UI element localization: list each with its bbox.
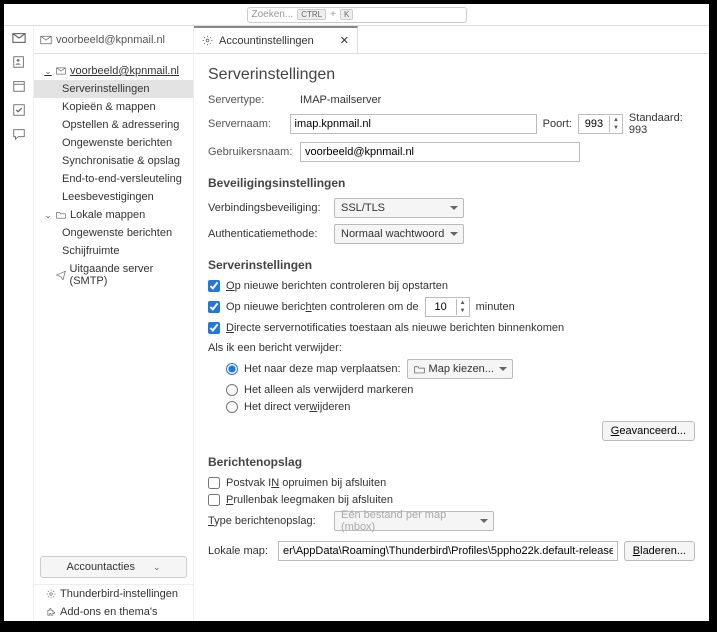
- label-servername: Servernaam:: [208, 118, 284, 130]
- chevron-down-icon: ⌄: [153, 562, 161, 573]
- storetype-select: Eén bestand per map (mbox): [334, 511, 494, 531]
- kbd-hint: CTRL: [297, 9, 326, 20]
- check-empty-trash[interactable]: [208, 494, 220, 506]
- mail-icon: [56, 66, 66, 76]
- folder-select[interactable]: Map kiezen...: [407, 359, 513, 379]
- addressbook-icon[interactable]: [12, 55, 26, 69]
- label-check-empty-trash: Prullenbak leegmaken bij afsluiten: [226, 494, 393, 506]
- top-toolbar: Zoeken... CTRL + K: [4, 4, 709, 26]
- label-connection-security: Verbindingsbeveiliging:: [208, 202, 328, 214]
- gear-icon: [202, 35, 213, 46]
- label-check-cleanup: Postvak IN opruimen bij afsluiten: [226, 477, 386, 489]
- label-radio-delete: Het direct verwijderen: [244, 401, 350, 413]
- label-delete-header: Als ik een bericht verwijder:: [208, 342, 695, 354]
- tree-smtp[interactable]: Uitgaande server (SMTP): [34, 260, 193, 290]
- tab-bar: Accountinstellingen ✕: [194, 26, 709, 54]
- tree-server-settings[interactable]: Serverinstellingen: [34, 80, 193, 98]
- auth-method-select[interactable]: Normaal wachtwoord: [334, 224, 464, 244]
- check-startup[interactable]: [208, 280, 220, 292]
- mail-icon: [40, 34, 52, 46]
- username-input[interactable]: [300, 142, 580, 162]
- label-localdir: Lokale map:: [208, 545, 272, 557]
- step-up-icon[interactable]: ▲: [457, 299, 469, 307]
- tree-disk[interactable]: Schijfruimte: [34, 242, 193, 260]
- chevron-down-icon: ⌄: [44, 210, 52, 221]
- label-radio-mark: Het alleen als verwijderd markeren: [244, 384, 413, 396]
- label-port: Poort:: [543, 118, 572, 130]
- port-stepper[interactable]: ▲▼: [578, 114, 623, 134]
- port-input[interactable]: [579, 115, 609, 133]
- settings-content: Serverinstellingen Servertype: IMAP-mail…: [194, 54, 709, 621]
- mail-icon[interactable]: [12, 31, 26, 45]
- tree-local-folders[interactable]: ⌄ Lokale mappen: [34, 206, 193, 224]
- tree-account[interactable]: ⌄ voorbeeld@kpnmail.nl: [34, 62, 193, 80]
- tree-e2e[interactable]: End-to-end-versleuteling: [34, 170, 193, 188]
- advanced-button[interactable]: Geavanceerd...: [602, 421, 695, 441]
- label-default-port: Standaard: 993: [629, 112, 695, 136]
- tree-local-junk[interactable]: Ongewenste berichten: [34, 224, 193, 242]
- addons-link[interactable]: Add-ons en thema's: [34, 603, 193, 621]
- step-down-icon[interactable]: ▼: [610, 124, 622, 132]
- servername-input[interactable]: [290, 114, 537, 134]
- tree-compose[interactable]: Opstellen & adressering: [34, 116, 193, 134]
- heading-security: Beveiligingsinstellingen: [208, 176, 695, 190]
- folder-icon: [56, 210, 66, 220]
- page-title: Serverinstellingen: [208, 66, 695, 84]
- chat-icon[interactable]: [12, 127, 26, 141]
- check-cleanup[interactable]: [208, 477, 220, 489]
- send-icon: [56, 270, 66, 280]
- label-auth-method: Authenticatiemethode:: [208, 228, 328, 240]
- chevron-down-icon: ⌄: [44, 66, 52, 77]
- puzzle-icon: [46, 607, 56, 617]
- label-check-notifications: Directe servernotificaties toestaan als …: [226, 322, 564, 334]
- folder-icon: [414, 364, 425, 375]
- heading-storage: Berichtenopslag: [208, 455, 695, 469]
- settings-tree: ⌄ voorbeeld@kpnmail.nl Serverinstellinge…: [34, 54, 193, 550]
- label-check-interval-pre: Op nieuwe berichten controleren om de: [226, 301, 419, 313]
- radio-mark[interactable]: [226, 384, 238, 396]
- step-down-icon[interactable]: ▼: [457, 307, 469, 315]
- step-up-icon[interactable]: ▲: [610, 116, 622, 124]
- value-servertype: IMAP-mailserver: [300, 94, 381, 106]
- label-check-interval-post: minuten: [476, 301, 515, 313]
- gear-icon: [46, 589, 56, 599]
- tree-junk[interactable]: Ongewenste berichten: [34, 134, 193, 152]
- label-username: Gebruikersnaam:: [208, 146, 294, 158]
- label-storetype: Type berichtenopslag:: [208, 515, 328, 527]
- tree-sync[interactable]: Synchronisatie & opslag: [34, 152, 193, 170]
- check-notifications[interactable]: [208, 322, 220, 334]
- kbd-hint: K: [340, 9, 353, 20]
- calendar-icon[interactable]: [12, 79, 26, 93]
- localdir-input[interactable]: [278, 541, 618, 561]
- activity-bar: [4, 26, 34, 621]
- tree-copies[interactable]: Kopieën & mappen: [34, 98, 193, 116]
- label-check-startup: OOp nieuwe berichten controleren bij ops…: [226, 280, 448, 292]
- check-interval[interactable]: [208, 301, 220, 313]
- label-servertype: Servertype:: [208, 94, 294, 106]
- account-tab[interactable]: voorbeeld@kpnmail.nl: [34, 26, 193, 54]
- interval-input[interactable]: [426, 298, 456, 316]
- heading-server: Serverinstellingen: [208, 258, 695, 272]
- tab-account-settings[interactable]: Accountinstellingen ✕: [194, 26, 358, 53]
- radio-delete[interactable]: [226, 401, 238, 413]
- close-icon[interactable]: ✕: [340, 34, 349, 47]
- tasks-icon[interactable]: [12, 103, 26, 117]
- connection-security-select[interactable]: SSL/TLS: [334, 198, 464, 218]
- thunderbird-settings-link[interactable]: Thunderbird-instellingen: [34, 585, 193, 603]
- label-radio-move: Het naar deze map verplaatsen:: [244, 363, 401, 375]
- interval-stepper[interactable]: ▲▼: [425, 297, 470, 317]
- account-actions-button[interactable]: Accountacties ⌄: [40, 556, 187, 578]
- global-search[interactable]: Zoeken... CTRL + K: [247, 7, 467, 23]
- tree-receipts[interactable]: Leesbevestigingen: [34, 188, 193, 206]
- radio-move[interactable]: [226, 363, 238, 375]
- browse-button[interactable]: Bladeren...: [624, 541, 695, 561]
